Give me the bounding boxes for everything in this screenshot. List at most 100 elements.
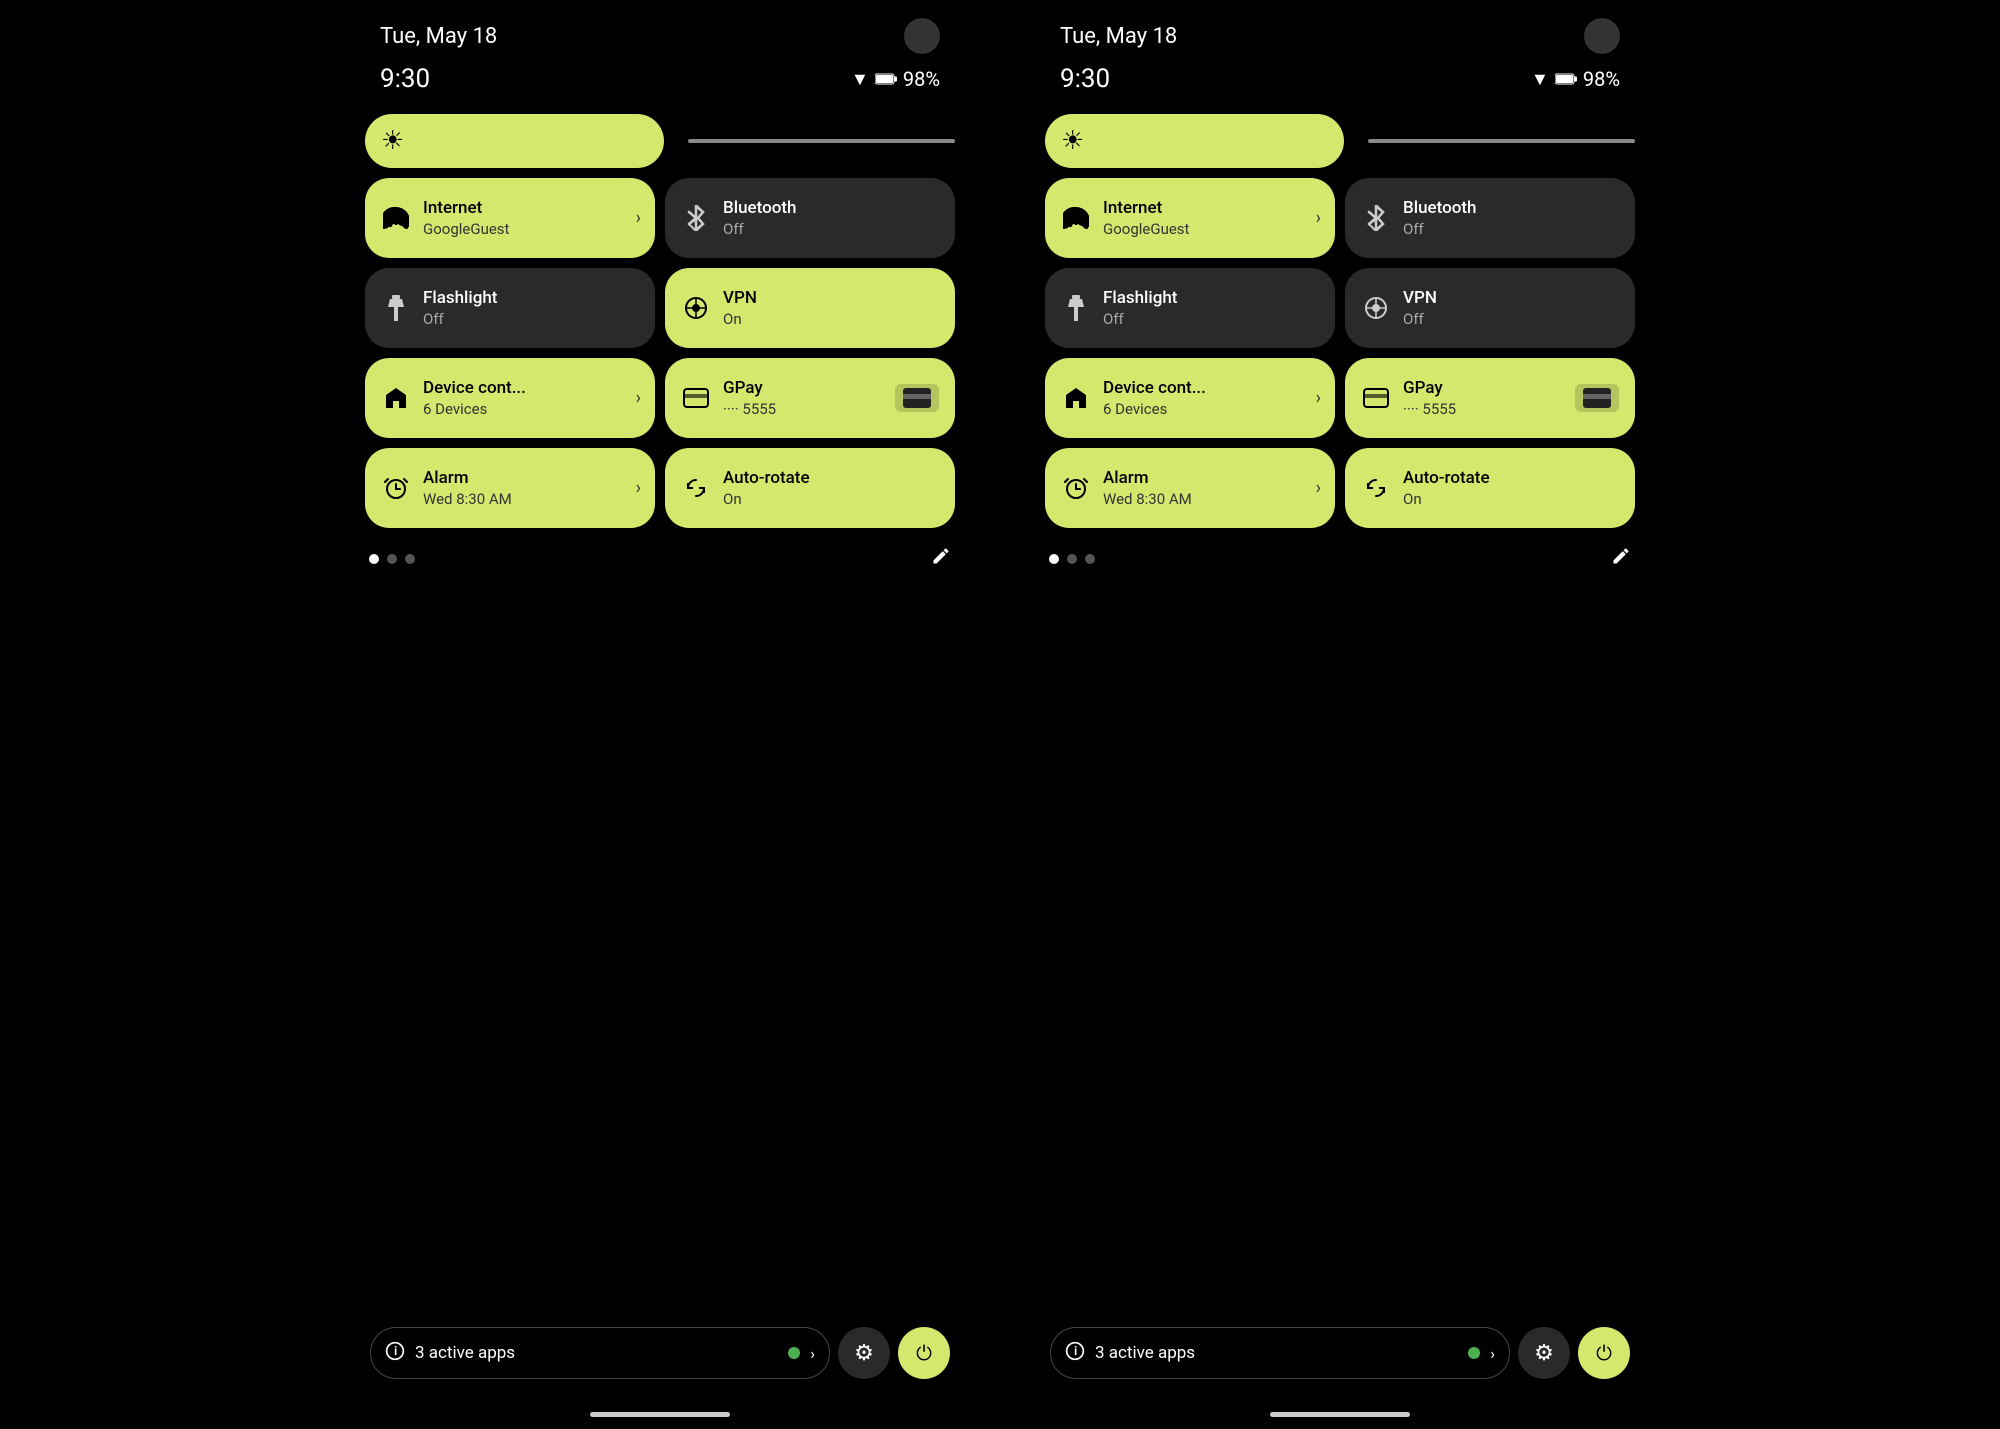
tile-internet[interactable]: Internet GoogleGuest › xyxy=(1045,178,1335,258)
settings-icon: ⚙ xyxy=(854,1341,874,1366)
pagination-dot-1[interactable] xyxy=(1067,554,1077,564)
tile-subtitle-autorotate: On xyxy=(723,490,810,508)
tile-title-vpn: VPN xyxy=(723,288,757,308)
camera-cutout xyxy=(904,18,940,54)
vpn-icon xyxy=(681,296,711,320)
vpn-icon xyxy=(1361,296,1391,320)
svg-text:i: i xyxy=(1074,1344,1077,1358)
tile-bluetooth[interactable]: BluetoothOff xyxy=(665,178,955,258)
phone-left: Tue, May 189:30▼98% ☀ Internet GoogleGuest… xyxy=(350,0,970,1429)
camera-cutout xyxy=(1584,18,1620,54)
active-apps-text: 3 active apps xyxy=(1095,1343,1458,1363)
pagination-dot-0[interactable] xyxy=(369,554,379,564)
tile-title-flashlight: Flashlight xyxy=(1103,288,1177,308)
tiles-grid: InternetGoogleGuest› BluetoothOff Flashl… xyxy=(1045,178,1635,528)
tile-title-gpay: GPay xyxy=(1403,378,1456,398)
tile-title-internet: Internet xyxy=(423,198,509,218)
power-button[interactable]: ⏻ xyxy=(898,1327,950,1379)
brightness-slider[interactable] xyxy=(1368,139,1635,143)
tile-title-bluetooth: Bluetooth xyxy=(1403,198,1477,218)
tile-subtitle-internet: GoogleGuest xyxy=(1103,220,1189,238)
tile-internet[interactable]: Internet GoogleGuest › xyxy=(365,178,655,258)
info-icon: i xyxy=(385,1341,405,1366)
home-icon xyxy=(381,386,411,410)
green-dot xyxy=(788,1347,800,1359)
bottom-bar: i3 active apps›⚙⏻ xyxy=(350,1327,970,1379)
tile-subtitle-device-controls: 6 Devices xyxy=(1103,400,1206,418)
tile-subtitle-internet: GoogleGuest xyxy=(423,220,509,238)
active-apps-text: 3 active apps xyxy=(415,1343,778,1363)
pagination-dot-0[interactable] xyxy=(1049,554,1059,564)
settings-button[interactable]: ⚙ xyxy=(1518,1327,1570,1379)
brightness-row[interactable]: ☀ xyxy=(1045,114,1635,168)
tile-subtitle-autorotate: On xyxy=(1403,490,1490,508)
tile-gpay[interactable]: GPay ···· 5555 xyxy=(1345,358,1635,438)
alarm-icon xyxy=(381,475,411,501)
status-bar: Tue, May 189:30▼98% xyxy=(350,0,970,94)
tile-device-controls[interactable]: Device cont...6 Devices› xyxy=(365,358,655,438)
power-button[interactable]: ⏻ xyxy=(1578,1327,1630,1379)
settings-button[interactable]: ⚙ xyxy=(838,1327,890,1379)
tile-gpay[interactable]: GPay ···· 5555 xyxy=(665,358,955,438)
status-bar: Tue, May 189:30▼98% xyxy=(1030,0,1650,94)
tile-title-device-controls: Device cont... xyxy=(423,378,526,398)
tile-title-autorotate: Auto-rotate xyxy=(723,468,810,488)
brightness-pill[interactable]: ☀ xyxy=(365,114,664,168)
tile-alarm[interactable]: AlarmWed 8:30 AM› xyxy=(1045,448,1335,528)
battery-icon xyxy=(875,71,897,87)
battery-percentage: 98% xyxy=(1583,67,1620,91)
battery-percentage: 98% xyxy=(903,67,940,91)
tile-device-controls[interactable]: Device cont...6 Devices› xyxy=(1045,358,1335,438)
alarm-icon xyxy=(1061,475,1091,501)
phones-container: Tue, May 189:30▼98% ☀ Internet GoogleGuest… xyxy=(0,0,2000,1429)
power-icon: ⏻ xyxy=(1596,1341,1612,1365)
tile-subtitle-device-controls: 6 Devices xyxy=(423,400,526,418)
active-apps-pill[interactable]: i3 active apps› xyxy=(370,1327,830,1379)
card-icon xyxy=(681,387,711,409)
wifi-icon: ▼ xyxy=(1531,69,1549,90)
tile-flashlight[interactable]: Flashlight Off xyxy=(365,268,655,348)
pagination-dot-1[interactable] xyxy=(387,554,397,564)
tile-arrow-internet: › xyxy=(1316,208,1321,229)
pagination-dot-2[interactable] xyxy=(1085,554,1095,564)
pagination-dot-2[interactable] xyxy=(405,554,415,564)
brightness-slider[interactable] xyxy=(688,139,955,143)
settings-icon: ⚙ xyxy=(1534,1341,1554,1366)
wifi-icon xyxy=(381,207,411,229)
edit-icon[interactable] xyxy=(931,546,951,572)
tile-subtitle-flashlight: Off xyxy=(1103,310,1177,328)
quick-settings-panel: ☀ InternetGoogleGuest› BluetoothOff Flas… xyxy=(1045,114,1635,572)
tile-title-flashlight: Flashlight xyxy=(423,288,497,308)
tile-subtitle-vpn: On xyxy=(723,310,757,328)
tile-autorotate[interactable]: Auto-rotate On xyxy=(665,448,955,528)
brightness-row[interactable]: ☀ xyxy=(365,114,955,168)
tile-title-alarm: Alarm xyxy=(1103,468,1192,488)
tile-alarm[interactable]: AlarmWed 8:30 AM› xyxy=(365,448,655,528)
date-text: Tue, May 18 xyxy=(380,24,497,49)
tile-subtitle-alarm: Wed 8:30 AM xyxy=(423,490,512,508)
tile-title-bluetooth: Bluetooth xyxy=(723,198,797,218)
tile-bluetooth[interactable]: BluetoothOff xyxy=(1345,178,1635,258)
brightness-icon: ☀ xyxy=(381,126,404,156)
rotate-icon xyxy=(681,476,711,500)
rotate-icon xyxy=(1361,476,1391,500)
tile-subtitle-gpay: ···· 5555 xyxy=(723,400,776,418)
brightness-pill[interactable]: ☀ xyxy=(1045,114,1344,168)
tile-vpn[interactable]: VPNOff xyxy=(1345,268,1635,348)
gpay-card xyxy=(1575,384,1619,412)
edit-icon[interactable] xyxy=(1611,546,1631,572)
tile-title-vpn: VPN xyxy=(1403,288,1437,308)
battery-icon xyxy=(1555,71,1577,87)
pagination-dots xyxy=(369,554,415,564)
tile-title-gpay: GPay xyxy=(723,378,776,398)
tile-title-internet: Internet xyxy=(1103,198,1189,218)
tile-subtitle-gpay: ···· 5555 xyxy=(1403,400,1456,418)
active-apps-pill[interactable]: i3 active apps› xyxy=(1050,1327,1510,1379)
tile-subtitle-flashlight: Off xyxy=(423,310,497,328)
tile-vpn[interactable]: VPN On xyxy=(665,268,955,348)
tile-flashlight[interactable]: Flashlight Off xyxy=(1045,268,1335,348)
bottom-bar: i3 active apps›⚙⏻ xyxy=(1030,1327,1650,1379)
tile-autorotate[interactable]: Auto-rotateOn xyxy=(1345,448,1635,528)
tile-arrow-internet: › xyxy=(636,208,641,229)
wifi-icon xyxy=(1061,207,1091,229)
